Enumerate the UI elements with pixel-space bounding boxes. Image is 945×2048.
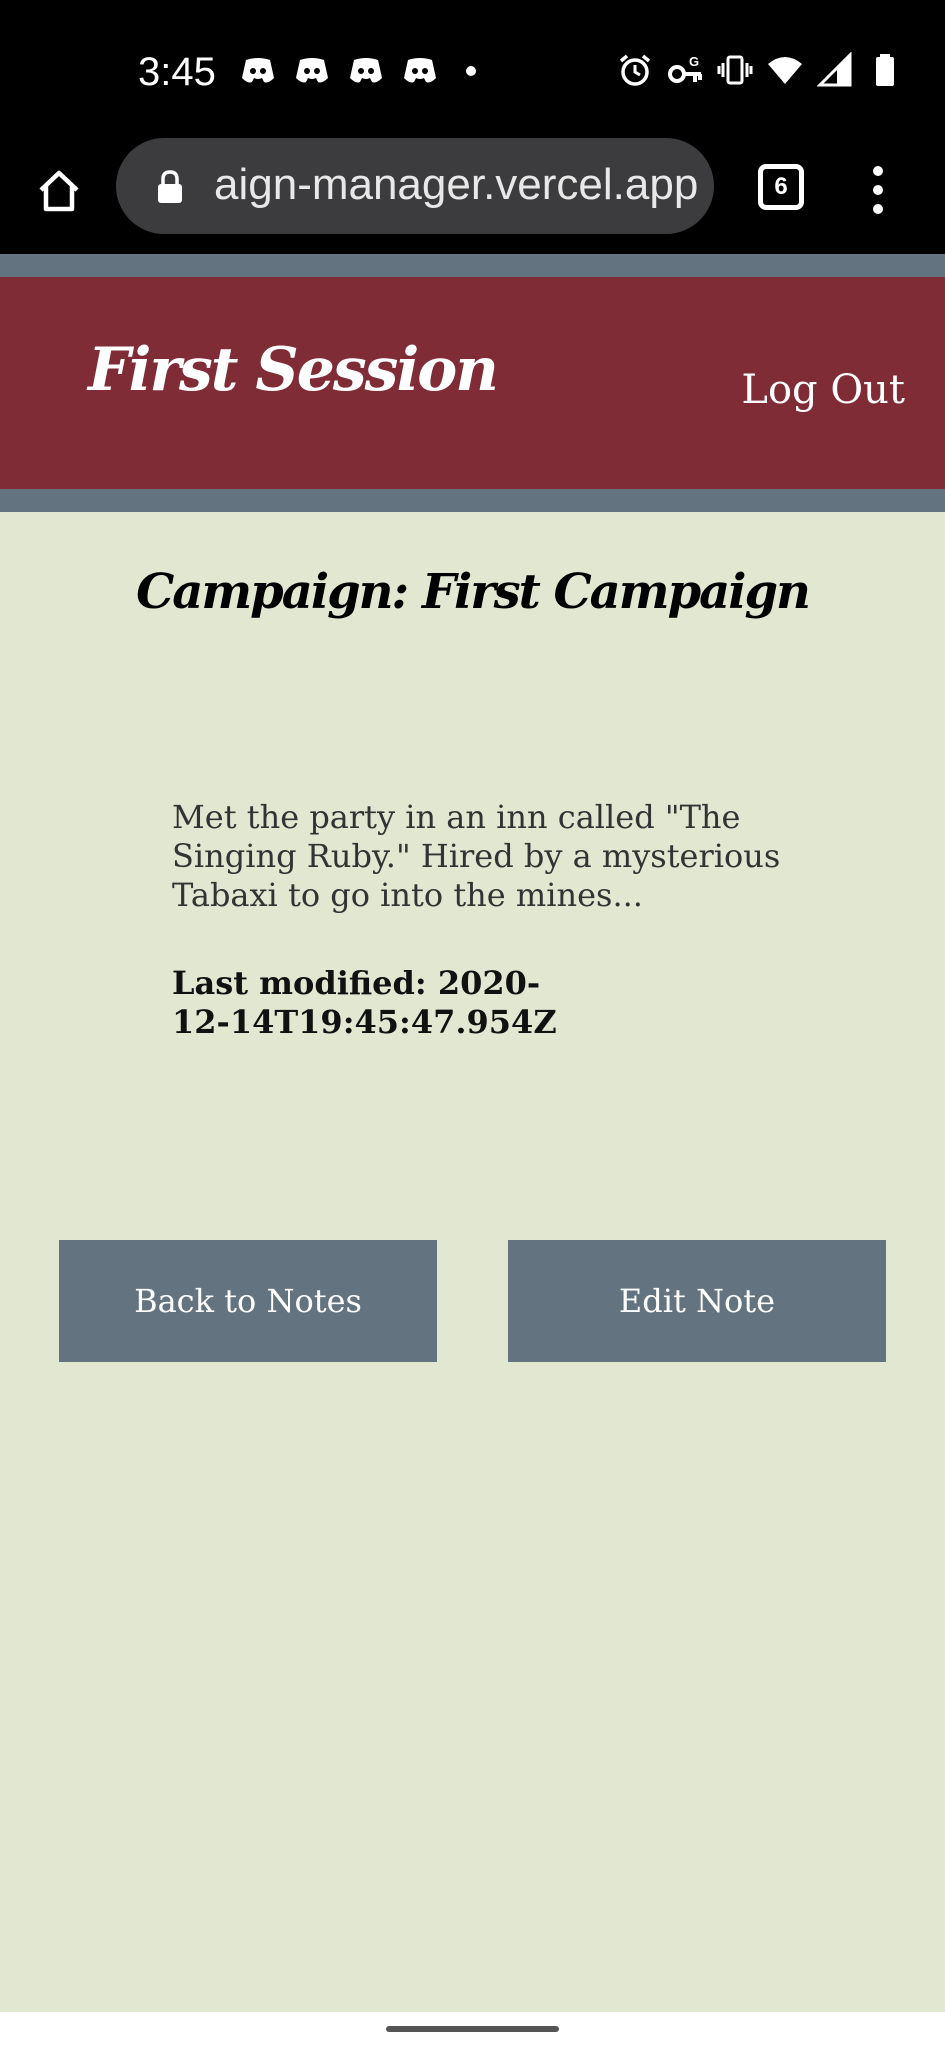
discord-icon: [242, 58, 274, 83]
last-modified-text: Last modified: 2020-12-14T19:45:47.954Z: [172, 964, 557, 1041]
menu-dot: [873, 185, 883, 195]
address-bar[interactable]: aign-manager.vercel.app: [116, 138, 714, 234]
back-to-notes-button[interactable]: Back to Notes: [59, 1240, 437, 1362]
logout-link[interactable]: Log Out: [741, 367, 905, 413]
overflow-menu-button[interactable]: [860, 162, 896, 218]
gesture-handle[interactable]: [386, 2026, 559, 2032]
lock-icon: [158, 170, 182, 203]
home-button[interactable]: [30, 162, 88, 220]
wifi-icon: [768, 57, 802, 84]
discord-icon: [404, 58, 436, 83]
edit-note-button[interactable]: Edit Note: [508, 1240, 886, 1362]
note-content: Met the party in an inn called "The Sing…: [172, 798, 781, 914]
status-bar: 3:45 G: [0, 0, 945, 138]
svg-text:G: G: [689, 54, 699, 69]
tab-switcher-button[interactable]: 6: [758, 164, 804, 210]
status-time: 3:45: [138, 50, 216, 94]
vibrate-icon: [717, 55, 753, 85]
discord-icon: [350, 58, 382, 83]
system-icons: G: [617, 52, 903, 88]
alarm-icon: [619, 54, 651, 86]
header-stripe-bottom: [0, 489, 945, 512]
header-stripe-top: [0, 254, 945, 277]
site-header: First Session Log Out: [0, 277, 945, 489]
page-title: Campaign: First Campaign: [136, 564, 811, 620]
vpn-key-icon: G: [668, 54, 702, 83]
menu-dot: [873, 204, 883, 214]
more-notifications-dot: [466, 66, 476, 76]
note-page: Campaign: First Campaign Met the party i…: [0, 512, 945, 2012]
browser-toolbar: aign-manager.vercel.app 6: [0, 138, 945, 254]
home-icon: [39, 170, 79, 212]
gesture-nav-bar: [0, 2012, 945, 2048]
battery-icon: [876, 54, 894, 86]
discord-icon: [296, 58, 328, 83]
signal-icon: [817, 52, 852, 87]
site-logo[interactable]: First Session: [88, 335, 499, 405]
notification-icons: [240, 56, 476, 86]
menu-dot: [873, 166, 883, 176]
url-text: aign-manager.vercel.app: [214, 160, 699, 209]
